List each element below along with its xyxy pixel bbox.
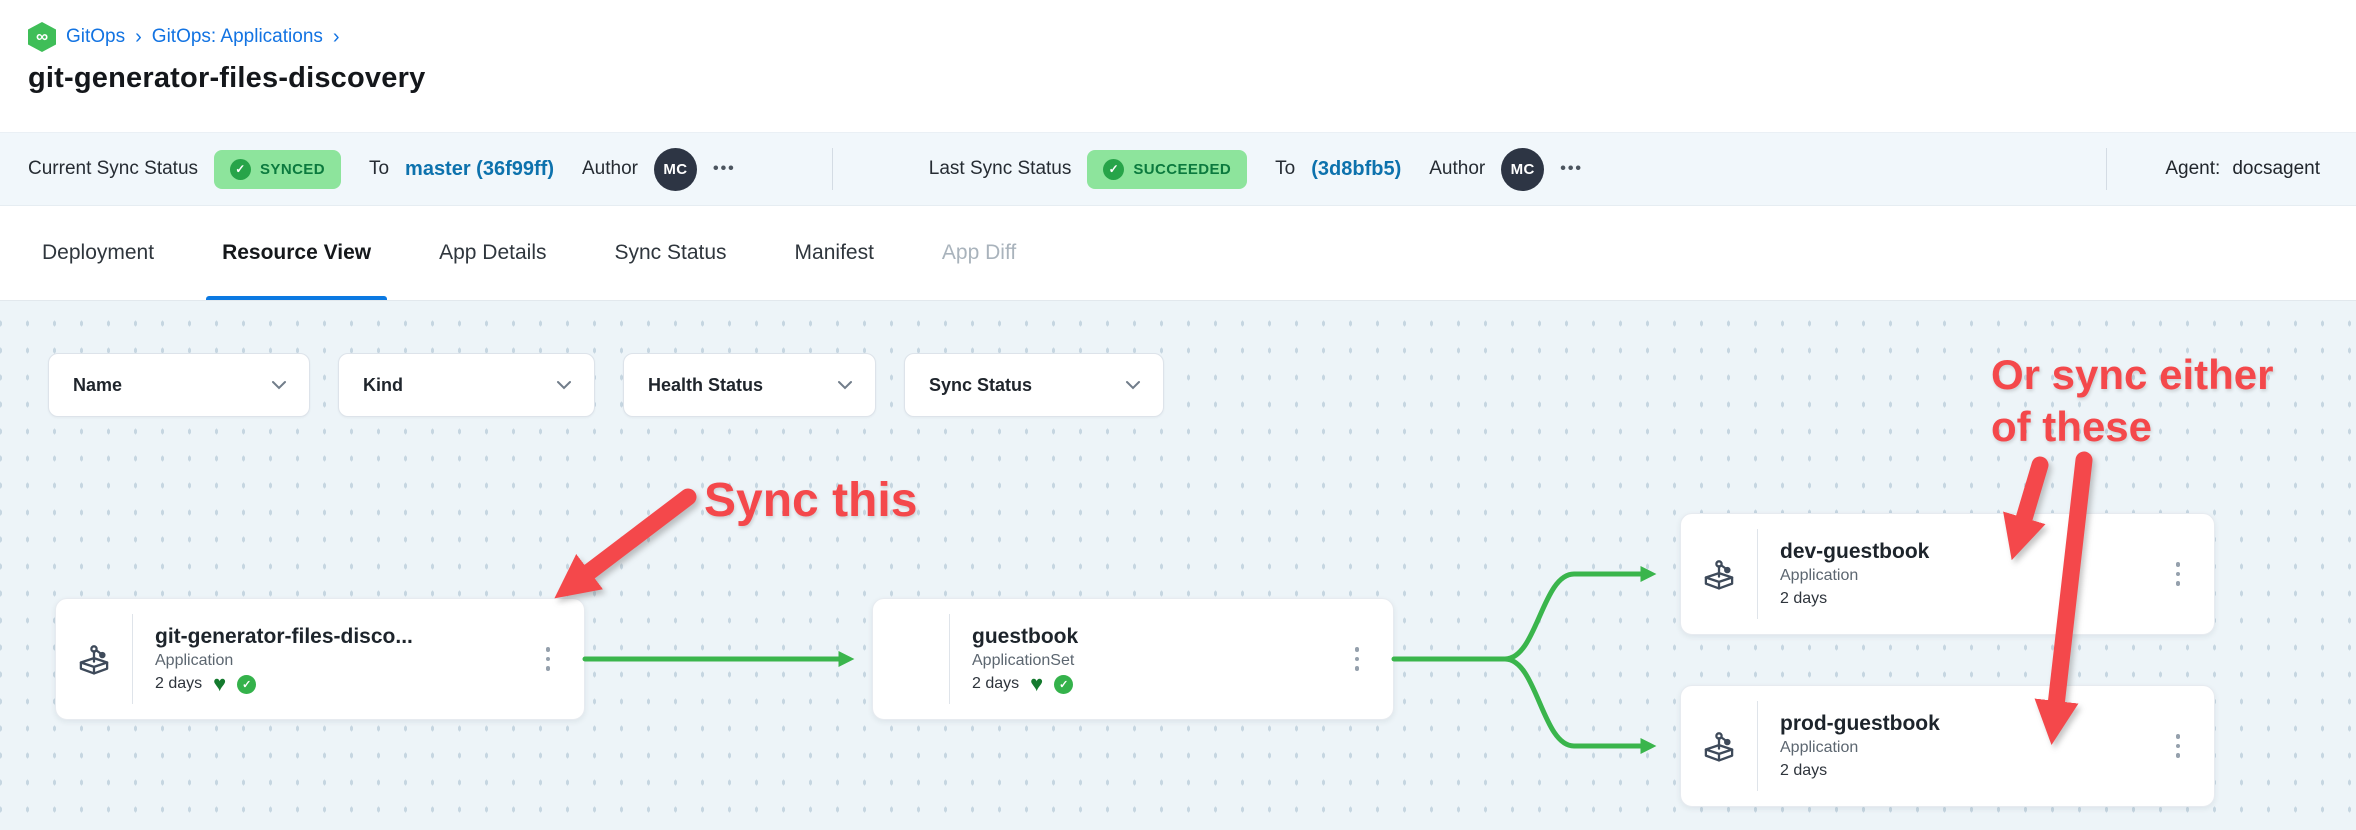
last-commit-link[interactable]: (3d8bfb5) [1311, 158, 1401, 181]
chevron-down-icon [271, 380, 287, 390]
status-bar-divider [832, 148, 833, 190]
succeeded-status-badge: ✓ SUCCEEDED [1087, 150, 1247, 189]
annotation-line-1: Or sync either [1991, 349, 2273, 401]
node-kind: Application [1780, 567, 2142, 585]
node-title: dev-guestbook [1780, 540, 2142, 564]
chevron-down-icon [837, 380, 853, 390]
application-icon [56, 599, 132, 719]
node-info: dev-guestbook Application 2 days ♥ ✓ [1758, 514, 2142, 634]
breadcrumb: ∞ GitOps › GitOps: Applications › [28, 22, 2356, 52]
current-author-avatar[interactable]: MC [654, 148, 697, 191]
agent-value: docsagent [2232, 158, 2320, 180]
filter-health-status-label: Health Status [648, 375, 763, 396]
annotation-line-2: of these [1991, 401, 2273, 453]
resource-graph-canvas[interactable]: Name Kind Health Status Sync Status git-… [0, 301, 2356, 830]
page-header: ∞ GitOps › GitOps: Applications › git-ge… [0, 0, 2356, 132]
chevron-down-icon [1125, 380, 1141, 390]
current-more-menu-icon[interactable]: ••• [713, 160, 736, 178]
node-age: 2 days [1780, 590, 1827, 608]
node-age: 2 days [155, 675, 202, 693]
synced-badge-label: SYNCED [260, 161, 325, 178]
node-age: 2 days [1780, 762, 1827, 780]
application-icon [1681, 686, 1757, 806]
filter-sync-status-label: Sync Status [929, 375, 1032, 396]
node-kind: ApplicationSet [972, 652, 1321, 670]
filter-kind-label: Kind [363, 375, 403, 396]
chevron-down-icon [556, 380, 572, 390]
current-sync-status-label: Current Sync Status [28, 158, 198, 180]
last-author-label: Author [1429, 158, 1485, 180]
current-to-label: To [369, 158, 389, 180]
node-kind: Application [1780, 739, 2142, 757]
succeeded-badge-label: SUCCEEDED [1133, 161, 1231, 178]
agent-label: Agent: [2165, 158, 2220, 180]
application-icon [1681, 514, 1757, 634]
synced-check-icon: ✓ [237, 675, 256, 694]
last-author-avatar[interactable]: MC [1501, 148, 1544, 191]
sync-status-bar: Current Sync Status ✓ SYNCED To master (… [0, 132, 2356, 206]
graph-filters: Name Kind Health Status Sync Status [48, 353, 1164, 417]
tab-manifest[interactable]: Manifest [795, 206, 874, 300]
node-title: git-generator-files-disco... [155, 625, 512, 649]
node-age: 2 days [972, 675, 1019, 693]
check-circle-icon: ✓ [230, 159, 251, 180]
node-kind: Application [155, 652, 512, 670]
synced-status-badge: ✓ SYNCED [214, 150, 341, 189]
node-git-generator-files-discovery[interactable]: git-generator-files-disco... Application… [55, 598, 585, 720]
filter-name-label: Name [73, 375, 122, 396]
health-heart-icon: ♥ [1030, 677, 1043, 691]
annotation-or-sync-either: Or sync either of these [1991, 349, 2273, 453]
filter-kind-dropdown[interactable]: Kind [338, 353, 595, 417]
tab-resource-view[interactable]: Resource View [222, 206, 371, 300]
health-heart-icon: ♥ [213, 677, 226, 691]
node-prod-guestbook[interactable]: prod-guestbook Application 2 days ♥ ✓ [1680, 685, 2215, 807]
tab-app-details[interactable]: App Details [439, 206, 546, 300]
node-kebab-menu-icon[interactable] [2142, 514, 2214, 634]
last-more-menu-icon[interactable]: ••• [1560, 160, 1583, 178]
check-circle-icon: ✓ [1103, 159, 1124, 180]
node-kebab-menu-icon[interactable] [1321, 599, 1393, 719]
breadcrumb-link-applications[interactable]: GitOps: Applications [152, 26, 323, 48]
filter-health-status-dropdown[interactable]: Health Status [623, 353, 876, 417]
current-commit-link[interactable]: master (36f99ff) [405, 158, 554, 181]
synced-check-icon: ✓ [1054, 675, 1073, 694]
node-guestbook[interactable]: guestbook ApplicationSet 2 days ♥ ✓ [872, 598, 1394, 720]
page-title: git-generator-files-discovery [28, 62, 2356, 95]
node-info: guestbook ApplicationSet 2 days ♥ ✓ [950, 599, 1321, 719]
tab-deployment[interactable]: Deployment [42, 206, 154, 300]
node-info: prod-guestbook Application 2 days ♥ ✓ [1758, 686, 2142, 806]
last-sync-status-label: Last Sync Status [929, 158, 1072, 180]
gitops-infinity-logo-icon: ∞ [28, 22, 56, 52]
breadcrumb-separator: › [333, 26, 340, 49]
breadcrumb-link-gitops[interactable]: GitOps [66, 26, 125, 48]
current-author-label: Author [582, 158, 638, 180]
app-tabs: Deployment Resource View App Details Syn… [0, 206, 2356, 301]
node-kebab-menu-icon[interactable] [2142, 686, 2214, 806]
filter-name-dropdown[interactable]: Name [48, 353, 310, 417]
node-icon-empty [873, 599, 949, 719]
node-dev-guestbook[interactable]: dev-guestbook Application 2 days ♥ ✓ [1680, 513, 2215, 635]
node-title: prod-guestbook [1780, 712, 2142, 736]
status-bar-divider [2106, 148, 2107, 190]
agent-info: Agent: docsagent [2165, 158, 2320, 180]
last-to-label: To [1275, 158, 1295, 180]
node-info: git-generator-files-disco... Application… [133, 599, 512, 719]
annotation-sync-this: Sync this [704, 473, 917, 528]
tab-app-diff: App Diff [942, 206, 1016, 300]
tab-sync-status[interactable]: Sync Status [614, 206, 726, 300]
filter-sync-status-dropdown[interactable]: Sync Status [904, 353, 1164, 417]
node-title: guestbook [972, 625, 1321, 649]
breadcrumb-separator: › [135, 26, 142, 49]
node-kebab-menu-icon[interactable] [512, 599, 584, 719]
